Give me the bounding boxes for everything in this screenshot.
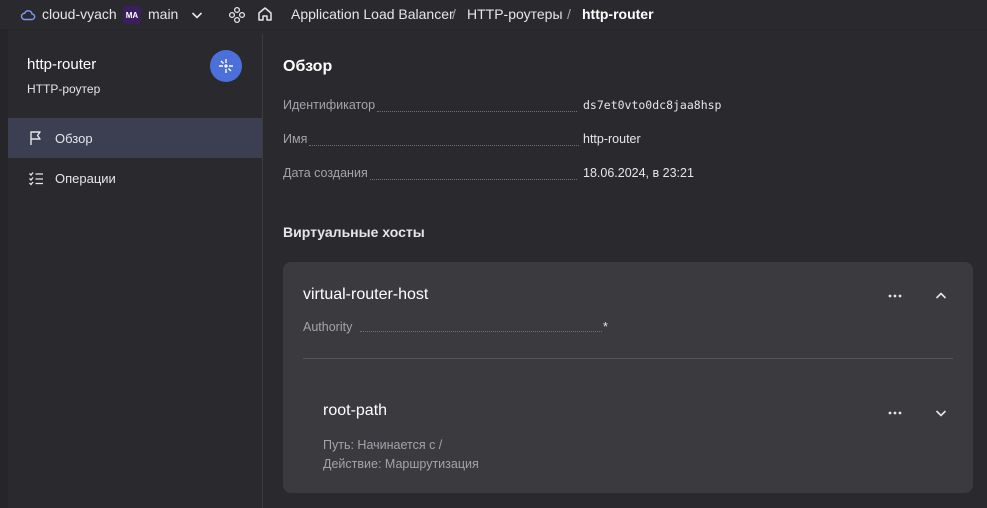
route-name: root-path <box>323 402 388 419</box>
chevron-down-icon <box>935 410 947 417</box>
field-key: Идентификатор <box>283 98 376 112</box>
page-title: Обзор <box>283 58 333 75</box>
collapse-button[interactable] <box>929 284 953 308</box>
home-icon[interactable] <box>256 5 274 23</box>
authority-field: Authority * <box>303 320 613 338</box>
dots-leader <box>309 144 580 146</box>
sidebar-item-operations[interactable]: Операции <box>8 158 262 198</box>
field-name: Имя http-router <box>283 132 703 152</box>
field-key: Имя <box>283 132 308 146</box>
more-actions-button[interactable] <box>883 284 907 308</box>
sidebar-item-label: Обзор <box>55 130 93 146</box>
sidebar-item-overview[interactable]: Обзор <box>8 118 262 158</box>
breadcrumb-http-routers[interactable]: HTTP-роутеры <box>467 6 563 22</box>
host-name: virtual-router-host <box>303 286 429 303</box>
virtual-host-card: virtual-router-host Authority * root-pat… <box>283 262 973 493</box>
dots-leader <box>360 331 602 332</box>
field-id: Идентификатор ds7et0vto0dc8jaa8hsp <box>283 98 721 118</box>
dots-leader <box>369 178 577 180</box>
field-created: Дата создания 18.06.2024, в 23:21 <box>283 166 703 186</box>
expand-route-button[interactable] <box>929 401 953 425</box>
cloud-name[interactable]: cloud-vyach <box>42 6 117 22</box>
ellipsis-icon <box>888 411 902 415</box>
authority-key: Authority <box>303 320 353 334</box>
resource-title: http-router <box>27 56 97 73</box>
sidebar-item-label: Операции <box>55 170 116 186</box>
cloud-icon <box>20 10 36 21</box>
flag-icon <box>30 131 41 145</box>
resource-subtitle: HTTP-роутер <box>27 82 101 96</box>
virtual-hosts-title: Виртуальные хосты <box>283 224 425 240</box>
list-check-icon <box>29 172 43 186</box>
top-bar: cloud-vyach MA main Application Load Bal… <box>0 0 987 30</box>
field-value: ds7et0vto0dc8jaa8hsp <box>583 98 722 112</box>
field-key: Дата создания <box>283 166 368 180</box>
dots-leader <box>377 110 578 112</box>
divider <box>303 358 953 359</box>
sidebar: http-router HTTP-роутер Обзор Операции <box>8 34 263 508</box>
field-value: 18.06.2024, в 23:21 <box>583 166 694 180</box>
route-action: Действие: Маршрутизация <box>323 457 479 471</box>
router-glyph-icon <box>219 59 233 73</box>
services-icon[interactable] <box>228 6 246 24</box>
field-value: http-router <box>583 132 641 146</box>
ellipsis-icon <box>888 294 902 298</box>
chevron-up-icon <box>935 292 947 299</box>
authority-value: * <box>603 320 608 334</box>
breadcrumb-alb[interactable]: Application Load Balancer <box>291 6 454 22</box>
breadcrumb-current: http-router <box>582 6 654 22</box>
route-path: Путь: Начинается с / <box>323 438 443 452</box>
breadcrumb-separator: / <box>567 6 571 22</box>
breadcrumb-separator: / <box>452 6 456 22</box>
left-rail <box>0 30 8 508</box>
folder-badge: MA <box>123 6 141 24</box>
main-content: Обзор Идентификатор ds7et0vto0dc8jaa8hsp… <box>264 34 987 508</box>
chevron-down-icon[interactable] <box>189 7 205 23</box>
route-more-actions-button[interactable] <box>883 401 907 425</box>
router-icon <box>210 50 242 82</box>
folder-name[interactable]: main <box>148 6 178 22</box>
